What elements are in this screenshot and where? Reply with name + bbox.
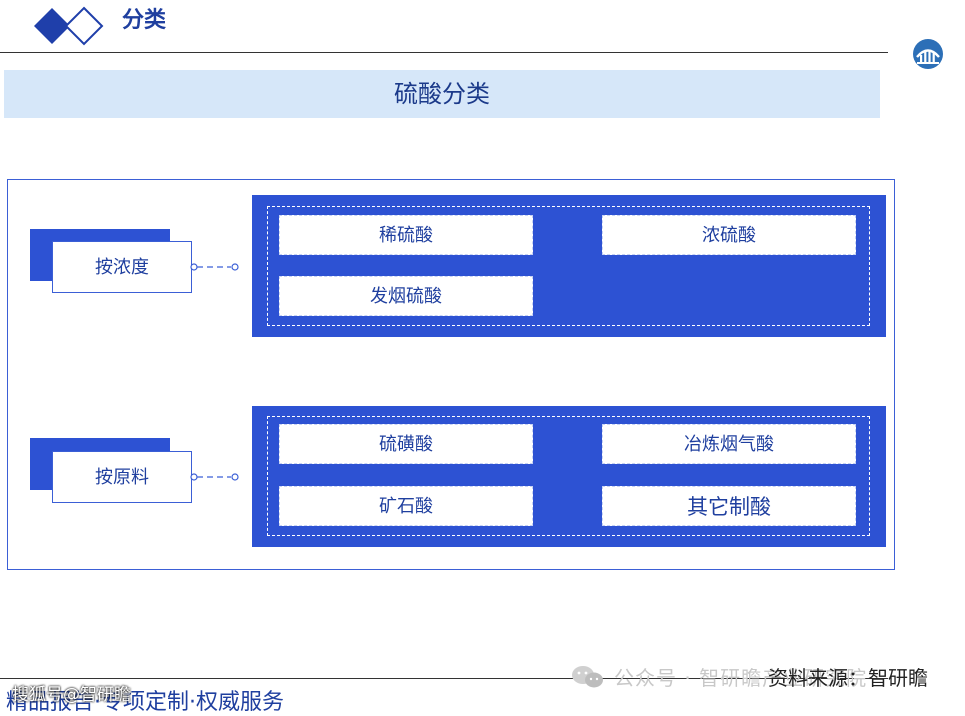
connector-line — [190, 263, 239, 271]
diamond-icon — [34, 6, 104, 46]
category-item: 发烟硫酸 — [279, 276, 533, 316]
data-source: 资料来源：智研瞻 — [768, 666, 928, 690]
header-divider — [0, 52, 888, 53]
connector-line — [190, 473, 239, 481]
category-item: 冶炼烟气酸 — [602, 424, 856, 464]
category-item: 其它制酸 — [602, 486, 856, 526]
category-item: 矿石酸 — [279, 486, 533, 526]
category-item: 稀硫酸 — [279, 215, 533, 255]
category-item: 浓硫酸 — [602, 215, 856, 255]
category-item: 硫磺酸 — [279, 424, 533, 464]
group-label-raw-material: 按原料 — [52, 451, 192, 503]
section-title: 分类 — [122, 8, 167, 33]
diagram-title-banner: 硫酸分类 — [4, 70, 880, 118]
platform-watermark: 搜狐号@智研瞻 — [12, 685, 131, 705]
wechat-icon — [572, 666, 603, 688]
group-label-concentration: 按浓度 — [52, 241, 192, 293]
company-logo-icon — [913, 39, 943, 69]
